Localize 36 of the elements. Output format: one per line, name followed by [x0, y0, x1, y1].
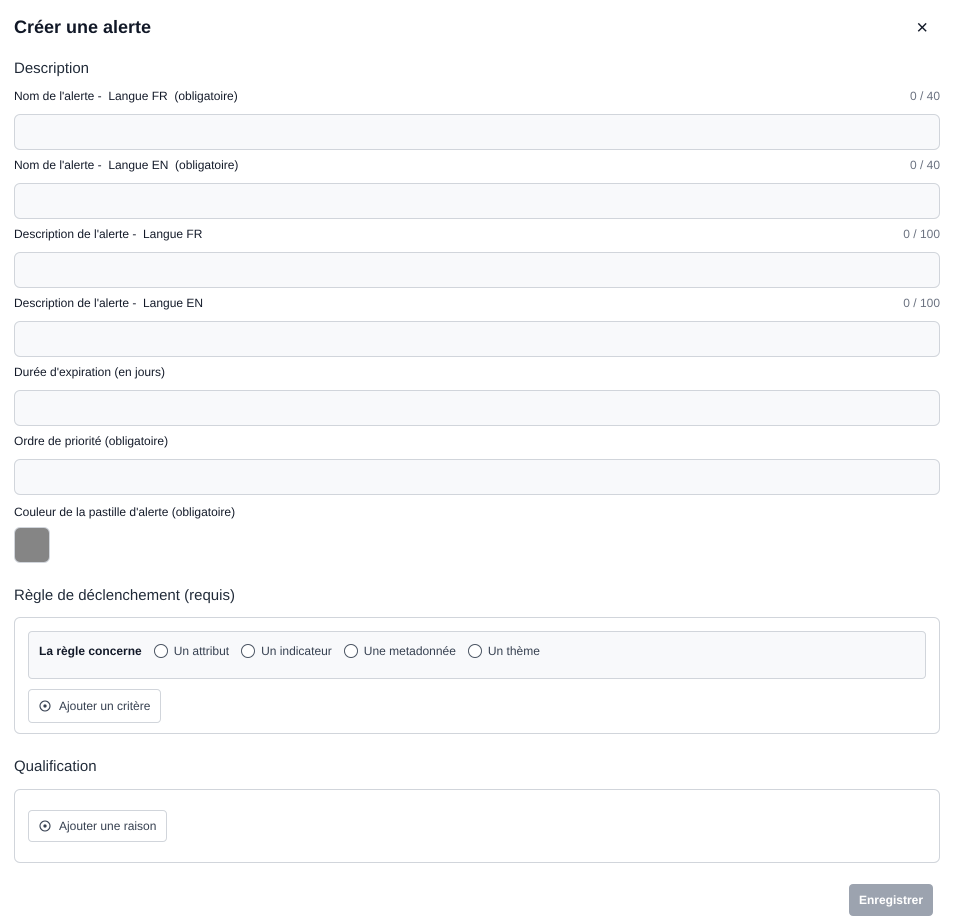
- character-counter: 0 / 100: [903, 226, 940, 242]
- close-button[interactable]: ×: [916, 18, 928, 38]
- radio-label: Une metadonnée: [364, 643, 456, 660]
- section-heading: Description: [14, 59, 90, 79]
- add-circle-icon: [39, 820, 51, 832]
- radio-button[interactable]: [241, 644, 256, 658]
- radio-button[interactable]: [468, 644, 482, 658]
- radio-label: Un attribut: [174, 643, 230, 660]
- field-label: Description de l'alerte - Langue FR: [14, 226, 202, 242]
- dialog-title: Créer une alerte: [14, 16, 152, 39]
- text-field[interactable]: [14, 182, 940, 218]
- character-counter: 0 / 40: [910, 88, 940, 104]
- section-heading: Qualification: [14, 757, 98, 777]
- radio-label: Un indicateur: [261, 643, 332, 660]
- rule-label: La règle concerne: [39, 643, 142, 660]
- field-label: Ordre de priorité (obligatoire): [14, 432, 168, 450]
- add-reason-button[interactable]: Ajouter une raison: [28, 810, 168, 842]
- text-field[interactable]: [14, 458, 940, 494]
- text-field[interactable]: [14, 390, 940, 426]
- color-swatch[interactable]: [14, 526, 50, 562]
- text-field[interactable]: [14, 252, 940, 288]
- character-counter: 0 / 40: [910, 156, 940, 174]
- field-label: Couleur de la pastille d'alerte (obligatoire): [14, 504, 236, 518]
- add-criterion-button[interactable]: Ajouter un critère: [28, 689, 162, 723]
- text-field[interactable]: [14, 320, 940, 356]
- field-label: Description de l'alerte - Langue EN: [14, 294, 204, 312]
- character-counter: 0 / 100: [903, 294, 940, 312]
- section-heading: Règle de déclenchement (requis): [14, 586, 236, 606]
- field-label: Nom de l'alerte - Langue EN (obligatoire): [14, 156, 238, 174]
- field-label: Nom de l'alerte - Langue FR (obligatoire): [14, 88, 238, 104]
- text-field[interactable]: [14, 114, 940, 150]
- radio-button[interactable]: [154, 644, 168, 658]
- radio-button[interactable]: [344, 644, 358, 658]
- radio-label: Un thème: [488, 643, 540, 660]
- add-circle-icon: [39, 700, 51, 712]
- field-label: Durée d'expiration (en jours): [14, 364, 166, 380]
